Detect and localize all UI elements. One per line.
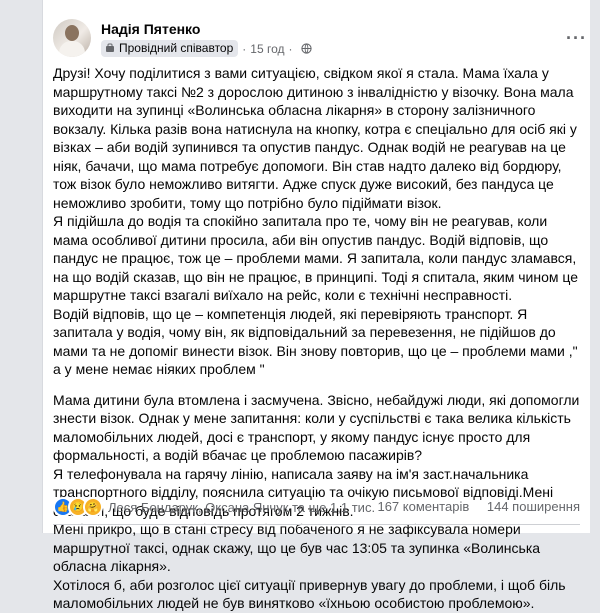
post-card: Надія Пятенко Провідний співавтор · 15 г… <box>42 0 590 611</box>
contributor-badge[interactable]: Провідний співавтор <box>101 40 239 57</box>
divider <box>53 524 580 525</box>
avatar[interactable] <box>53 19 91 57</box>
post-meta: Провідний співавтор · 15 год · <box>101 40 312 57</box>
badge-label: Провідний співавтор <box>119 41 234 55</box>
author-name[interactable]: Надія Пятенко <box>101 21 200 37</box>
action-bar <box>53 526 580 538</box>
reactions[interactable]: 👍 😢 🤗 Леся Бондарук, Оксана Янчук та ще … <box>53 497 375 517</box>
post-paragraph: Друзі! Хочу поділитися з вами ситуацією,… <box>53 65 579 377</box>
reactions-summary[interactable]: Леся Бондарук, Оксана Янчук та ще 1,1 ти… <box>108 500 375 515</box>
comments-count[interactable]: 167 коментарів <box>377 499 469 514</box>
globe-icon <box>300 43 312 54</box>
care-icon: 🤗 <box>83 497 103 517</box>
shares-count[interactable]: 144 поширення <box>487 499 580 514</box>
post-time[interactable]: 15 год <box>250 42 284 56</box>
contributor-icon <box>106 43 114 52</box>
engagement-counts: 167 коментарів 144 поширення <box>377 499 580 514</box>
more-icon[interactable]: ··· <box>566 28 587 49</box>
